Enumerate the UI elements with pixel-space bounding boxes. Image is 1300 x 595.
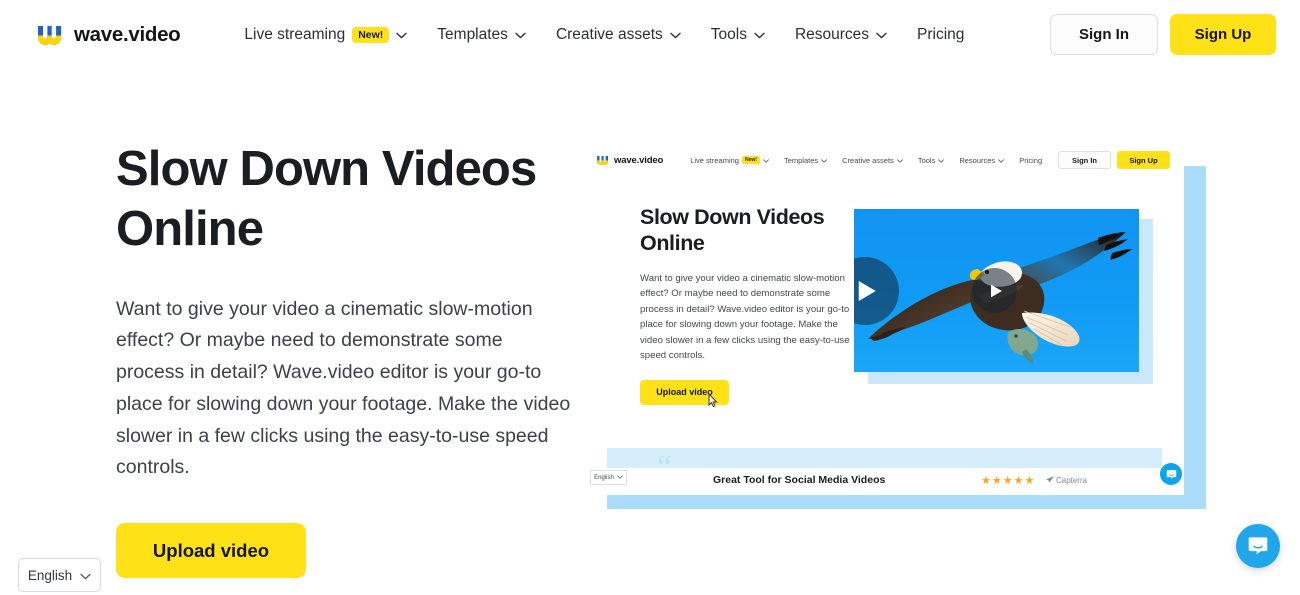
nav-item-label: Templates [437, 26, 508, 43]
preview-page-title: Slow Down Videos Online [640, 205, 825, 255]
preview-logo: wave.video [597, 155, 663, 166]
mouse-cursor-icon [707, 392, 719, 408]
preview-logo-text: wave.video [614, 154, 664, 166]
navbar-actions: Sign In Sign Up [1050, 14, 1276, 55]
chevron-down-icon [670, 26, 681, 44]
preview-testimonial-text: Great Tool for Social Media Videos [713, 474, 886, 486]
nav-item-resources[interactable]: Resources [795, 26, 887, 44]
nav-item-tools[interactable]: Tools [711, 26, 765, 44]
main-navbar: wave.video Live streaming New! Templates… [0, 0, 1300, 70]
chevron-down-icon [821, 156, 828, 165]
nav-item-label: Tools [710, 26, 747, 43]
nav-item-label: Pricing [917, 26, 965, 43]
preview-nav-label: Templates [783, 155, 819, 165]
sign-in-button[interactable]: Sign In [1050, 14, 1158, 55]
preview-navbar: wave.video Live streaming New! Templates [585, 143, 1184, 177]
preview-sign-up-button: Sign Up [1117, 151, 1170, 169]
sign-up-button[interactable]: Sign Up [1170, 14, 1276, 55]
chevron-down-icon [876, 26, 887, 44]
chevron-down-icon [754, 26, 765, 44]
chevron-down-icon [515, 26, 526, 44]
logo-text: wave.video [74, 23, 181, 46]
upload-video-button[interactable]: Upload video [116, 523, 306, 579]
preview-language-label: English [594, 474, 614, 481]
star-icon: ★ [991, 475, 1002, 487]
star-icon: ★ [981, 475, 991, 487]
quote-mark-icon: “ [657, 449, 672, 486]
preview-nav-label: Resources [959, 155, 996, 165]
nav-item-creative-assets[interactable]: Creative assets [556, 26, 681, 44]
new-badge: New! [352, 26, 390, 44]
capterra-logo: Capterra [1046, 476, 1087, 485]
intercom-chat-icon [1166, 469, 1176, 479]
preview-nav-item-templates: Templates [783, 155, 828, 165]
preview-rating-stars: ★ ★ ★ ★ ★ [981, 476, 1034, 487]
hero-paragraph: Want to give your video a cinematic slow… [116, 297, 571, 479]
preview-nav-item-tools: Tools [918, 156, 945, 165]
preview-sign-in-button: Sign In [1058, 151, 1111, 169]
star-icon: ★ [1024, 475, 1035, 487]
chevron-down-icon [80, 568, 91, 583]
nav-item-templates[interactable]: Templates [437, 26, 526, 44]
capterra-label: Capterra [1056, 476, 1088, 485]
nav-item-label: Resources [794, 26, 870, 43]
chevron-down-icon [896, 156, 903, 165]
star-icon: ★ [1013, 475, 1024, 487]
preview-accent-bottom [607, 493, 1206, 509]
preview-nav-label: Pricing [1019, 155, 1043, 165]
preview-nav-item-live-streaming: Live streaming New! [690, 156, 769, 165]
preview-screenshot[interactable]: wave.video Live streaming New! Templates [585, 143, 1184, 495]
nav-item-label: Creative assets [555, 26, 663, 43]
language-selector-label: English [27, 567, 73, 583]
chevron-down-icon [938, 156, 945, 165]
preview-video-thumbnail [854, 209, 1139, 372]
intercom-chat-icon [1248, 537, 1268, 555]
chevron-down-icon [396, 26, 407, 44]
chevron-down-icon [998, 156, 1005, 165]
wave-w-logo-icon [38, 25, 65, 45]
chevron-down-icon [616, 474, 623, 481]
preview-nav-item-creative-assets: Creative assets [842, 156, 903, 165]
chevron-down-icon [763, 156, 769, 165]
preview-nav-items: Live streaming New! Templates Creative a… [690, 156, 1057, 165]
nav-item-label: Live streaming [244, 26, 346, 43]
preview-language-selector: English [590, 470, 627, 485]
preview-nav-label: Creative assets [842, 155, 894, 165]
hero-section: Slow Down Videos Online Want to give you… [116, 140, 586, 579]
wave-w-logo-icon [597, 155, 610, 165]
preview-nav-item-pricing: Pricing [1019, 156, 1042, 165]
capterra-arrow-icon [1046, 476, 1054, 485]
preview-nav-label: Live streaming [690, 155, 739, 165]
nav-item-live-streaming[interactable]: Live streaming New! [244, 26, 407, 44]
preview-hero-paragraph: Want to give your video a cinematic slow… [640, 272, 850, 362]
preview-nav-label: Tools [917, 155, 936, 165]
page-root: wave.video Live streaming New! Templates… [0, 0, 1300, 595]
preview-new-badge: New! [741, 156, 760, 164]
preview-hero-section: Slow Down Videos Online Want to give you… [640, 205, 850, 405]
nav-items: Live streaming New! Templates Creative a… [244, 26, 964, 44]
preview-chat-icon [1160, 463, 1182, 485]
chat-widget-button[interactable] [1236, 524, 1280, 568]
language-selector[interactable]: English [18, 558, 101, 592]
preview-navbar-actions: Sign In Sign Up [1058, 151, 1170, 169]
logo[interactable]: wave.video [38, 23, 181, 47]
preview-nav-item-resources: Resources [959, 155, 1005, 165]
nav-item-pricing[interactable]: Pricing [917, 26, 964, 44]
play-button-small[interactable] [972, 268, 1017, 313]
page-title: Slow Down Videos Online [116, 142, 537, 256]
star-icon: ★ [1002, 475, 1013, 487]
